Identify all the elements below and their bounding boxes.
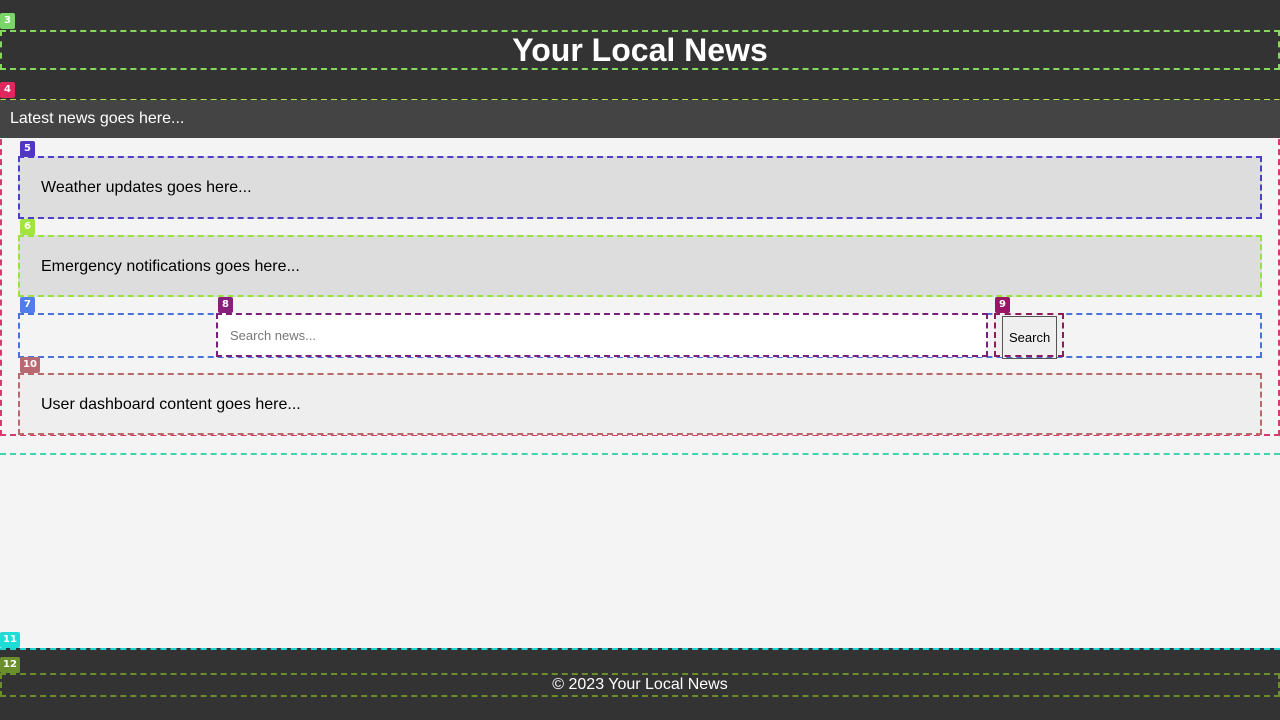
search-input[interactable] [216,313,988,357]
annotation-tag: 10 [20,357,40,373]
annotation-tag: 12 [0,657,20,673]
user-dashboard-panel: User dashboard content goes here... [18,373,1262,435]
annotation-tag: 7 [20,297,35,313]
section-divider [0,453,1280,455]
annotation-tag: 4 [0,82,15,98]
annotation-tag: 9 [995,297,1010,313]
annotation-tag: 6 [20,219,35,235]
site-header: Your Local News [0,0,1280,100]
emergency-notifications-panel: Emergency notifications goes here... [18,235,1262,297]
footer-copyright: © 2023 Your Local News [0,673,1280,697]
weather-updates-panel: Weather updates goes here... [18,156,1262,219]
search-button[interactable]: Search [994,313,1064,359]
search-button-label: Search [1002,316,1058,359]
page-title: Your Local News [0,30,1280,70]
annotation-tag: 5 [20,141,35,157]
annotation-tag: 3 [0,13,15,29]
annotation-tag: 11 [0,632,20,648]
annotation-tag: 8 [218,297,233,313]
news-ticker: Latest news goes here... [0,100,1280,138]
